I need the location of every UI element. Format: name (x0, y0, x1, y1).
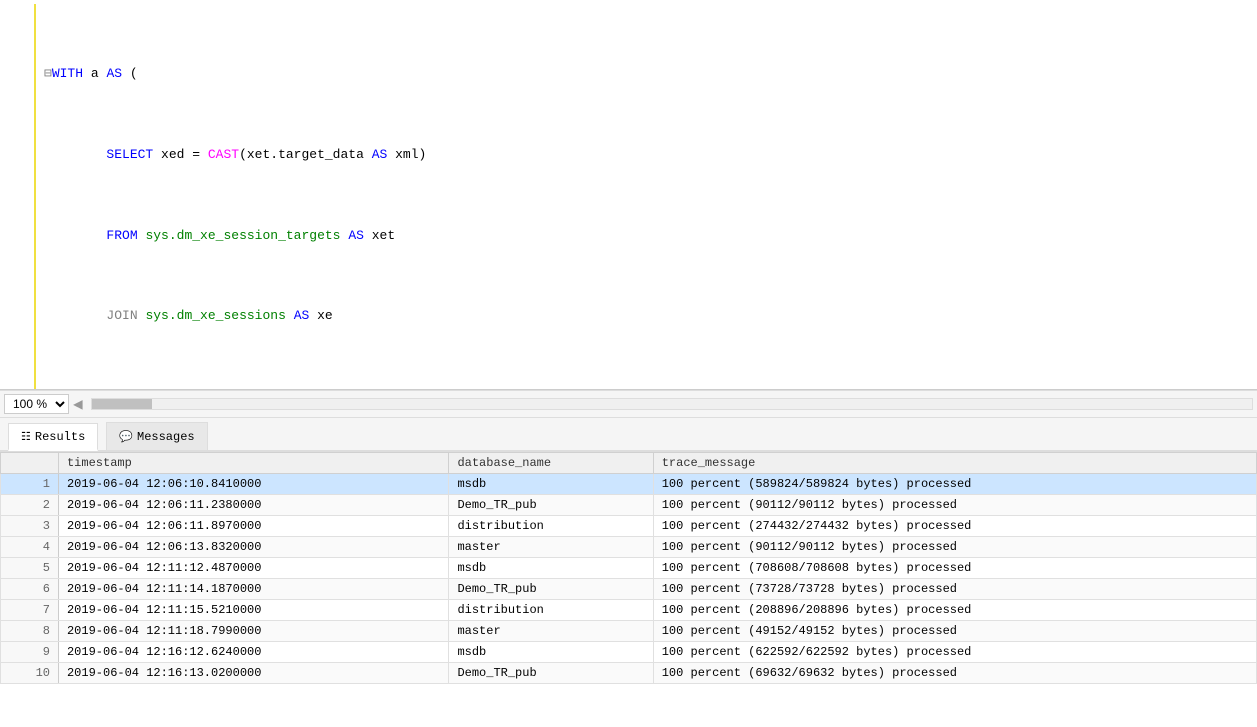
code-line: ON (xe.address = xet.event_session_addre… (44, 387, 1249, 390)
results-area[interactable]: timestamp database_name trace_message 12… (0, 452, 1257, 727)
tab-messages[interactable]: 💬 Messages (106, 422, 207, 450)
msg-icon: 💬 (119, 430, 133, 444)
zoom-select[interactable]: 100 % (4, 394, 69, 414)
cell-timestamp: 2019-06-04 12:06:10.8410000 (58, 474, 448, 495)
editor-area: ⊟WITH a AS ( SELECT xed = CAST(xet.targe… (0, 0, 1257, 390)
cell-timestamp: 2019-06-04 12:06:13.8320000 (58, 537, 448, 558)
line-numbers (0, 4, 36, 390)
scroll-left-button[interactable]: ◀ (73, 394, 83, 414)
cell-rownum: 1 (1, 474, 59, 495)
cell-database-name: master (449, 537, 653, 558)
cell-trace-message: 100 percent (90112/90112 bytes) processe… (653, 537, 1256, 558)
tab-results[interactable]: ☷ Results (8, 423, 98, 451)
cell-trace-message: 100 percent (73728/73728 bytes) processe… (653, 579, 1256, 600)
status-bar: 100 % ◀ (0, 390, 1257, 418)
cell-timestamp: 2019-06-04 12:16:12.6240000 (58, 642, 448, 663)
cell-database-name: distribution (449, 600, 653, 621)
table-row[interactable]: 82019-06-04 12:11:18.7990000master100 pe… (1, 621, 1257, 642)
grid-icon: ☷ (21, 430, 31, 444)
cell-timestamp: 2019-06-04 12:11:18.7990000 (58, 621, 448, 642)
cell-rownum: 10 (1, 663, 59, 684)
cell-database-name: Demo_TR_pub (449, 495, 653, 516)
cell-rownum: 6 (1, 579, 59, 600)
cell-database-name: msdb (449, 558, 653, 579)
code-line: FROM sys.dm_xe_session_targets AS xet (44, 226, 1249, 246)
table-row[interactable]: 42019-06-04 12:06:13.8320000master100 pe… (1, 537, 1257, 558)
cell-database-name: distribution (449, 516, 653, 537)
code-content[interactable]: ⊟WITH a AS ( SELECT xed = CAST(xet.targe… (36, 4, 1257, 390)
code-line: JOIN sys.dm_xe_sessions AS xe (44, 306, 1249, 326)
code-line: SELECT xed = CAST(xet.target_data AS xml… (44, 145, 1249, 165)
table-row[interactable]: 92019-06-04 12:16:12.6240000msdb100 perc… (1, 642, 1257, 663)
table-row[interactable]: 72019-06-04 12:11:15.5210000distribution… (1, 600, 1257, 621)
cell-trace-message: 100 percent (90112/90112 bytes) processe… (653, 495, 1256, 516)
cell-trace-message: 100 percent (49152/49152 bytes) processe… (653, 621, 1256, 642)
table-row[interactable]: 12019-06-04 12:06:10.8410000msdb100 perc… (1, 474, 1257, 495)
table-header-row: timestamp database_name trace_message (1, 453, 1257, 474)
cell-database-name: msdb (449, 642, 653, 663)
col-header-database-name[interactable]: database_name (449, 453, 653, 474)
cell-rownum: 3 (1, 516, 59, 537)
cell-timestamp: 2019-06-04 12:11:15.5210000 (58, 600, 448, 621)
cell-trace-message: 100 percent (622592/622592 bytes) proces… (653, 642, 1256, 663)
cell-database-name: Demo_TR_pub (449, 579, 653, 600)
cell-timestamp: 2019-06-04 12:11:12.4870000 (58, 558, 448, 579)
cell-trace-message: 100 percent (589824/589824 bytes) proces… (653, 474, 1256, 495)
table-row[interactable]: 22019-06-04 12:06:11.2380000Demo_TR_pub1… (1, 495, 1257, 516)
cell-timestamp: 2019-06-04 12:06:11.2380000 (58, 495, 448, 516)
cell-database-name: msdb (449, 474, 653, 495)
code-line: ⊟WITH a AS ( (44, 64, 1249, 84)
cell-trace-message: 100 percent (274432/274432 bytes) proces… (653, 516, 1256, 537)
results-table: timestamp database_name trace_message 12… (0, 452, 1257, 684)
tab-results-label: Results (35, 430, 85, 444)
tabs-bar: ☷ Results 💬 Messages (0, 418, 1257, 452)
col-header-rownum (1, 453, 59, 474)
table-row[interactable]: 102019-06-04 12:16:13.0200000Demo_TR_pub… (1, 663, 1257, 684)
cell-trace-message: 100 percent (708608/708608 bytes) proces… (653, 558, 1256, 579)
code-container: ⊟WITH a AS ( SELECT xed = CAST(xet.targe… (0, 0, 1257, 390)
table-row[interactable]: 62019-06-04 12:11:14.1870000Demo_TR_pub1… (1, 579, 1257, 600)
cell-timestamp: 2019-06-04 12:11:14.1870000 (58, 579, 448, 600)
cell-database-name: Demo_TR_pub (449, 663, 653, 684)
cell-trace-message: 100 percent (69632/69632 bytes) processe… (653, 663, 1256, 684)
col-header-timestamp[interactable]: timestamp (58, 453, 448, 474)
cell-rownum: 9 (1, 642, 59, 663)
table-row[interactable]: 52019-06-04 12:11:12.4870000msdb100 perc… (1, 558, 1257, 579)
col-header-trace-message[interactable]: trace_message (653, 453, 1256, 474)
tab-messages-label: Messages (137, 430, 195, 444)
cell-rownum: 4 (1, 537, 59, 558)
cell-database-name: master (449, 621, 653, 642)
cell-rownum: 7 (1, 600, 59, 621)
cell-rownum: 8 (1, 621, 59, 642)
cell-rownum: 2 (1, 495, 59, 516)
main-layout: ⊟WITH a AS ( SELECT xed = CAST(xet.targe… (0, 0, 1257, 727)
cell-trace-message: 100 percent (208896/208896 bytes) proces… (653, 600, 1256, 621)
cell-timestamp: 2019-06-04 12:06:11.8970000 (58, 516, 448, 537)
table-row[interactable]: 32019-06-04 12:06:11.8970000distribution… (1, 516, 1257, 537)
horizontal-scrollbar[interactable] (91, 398, 1253, 410)
cell-rownum: 5 (1, 558, 59, 579)
cell-timestamp: 2019-06-04 12:16:13.0200000 (58, 663, 448, 684)
